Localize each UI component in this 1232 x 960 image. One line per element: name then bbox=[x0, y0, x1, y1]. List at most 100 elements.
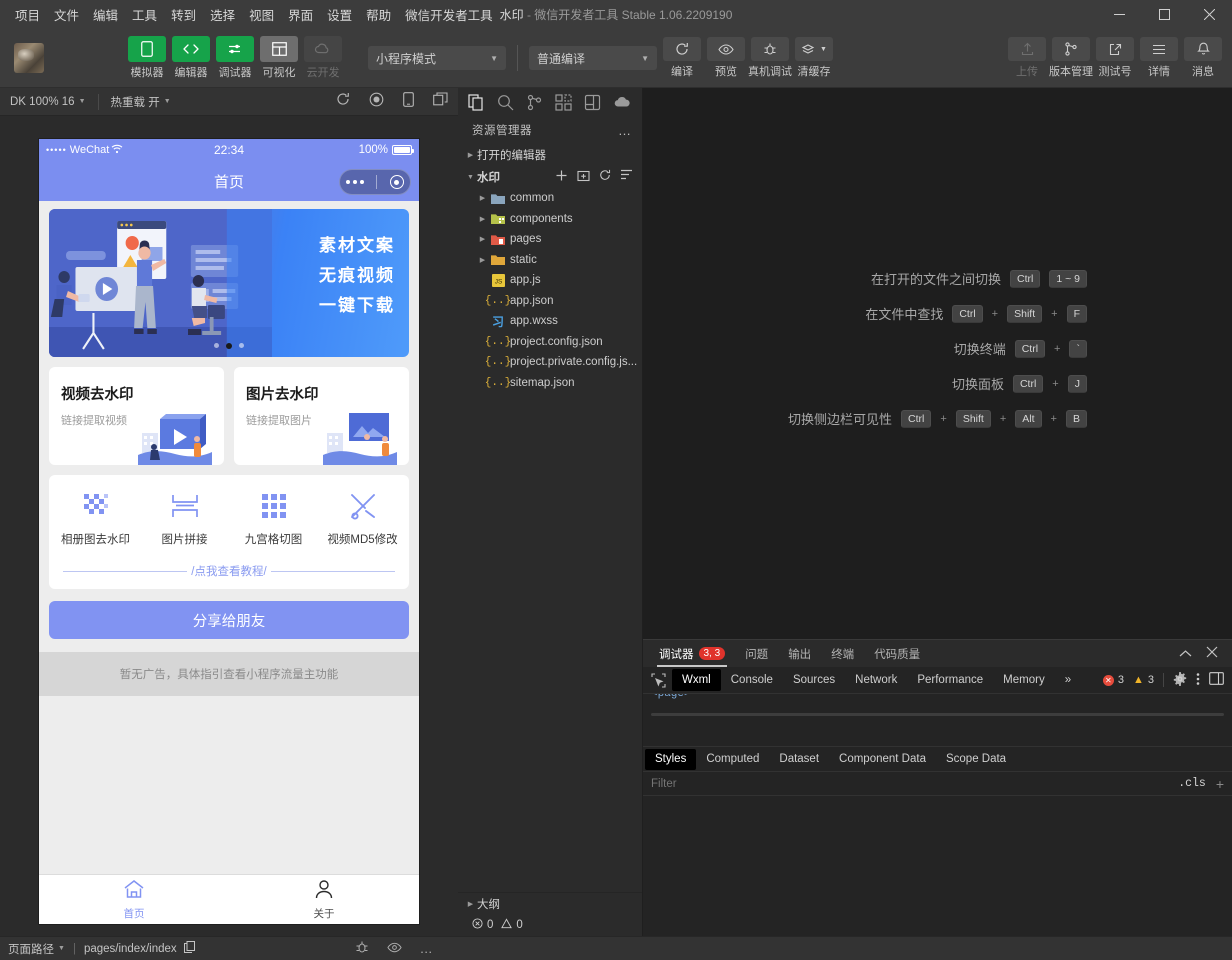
toolbar-debugger-button[interactable]: 调试器 bbox=[216, 36, 254, 80]
refresh-icon[interactable] bbox=[336, 92, 350, 111]
filter-input[interactable] bbox=[651, 777, 1179, 790]
tool-image-stitch[interactable]: 图片拼接 bbox=[140, 489, 229, 547]
preview-button[interactable]: 预览 bbox=[707, 37, 745, 79]
panel-tab-terminal[interactable]: 终端 bbox=[821, 640, 864, 667]
tree-row-project-config[interactable]: {..} project.config.json bbox=[458, 332, 642, 353]
collapse-all-icon[interactable] bbox=[620, 169, 633, 185]
section-project-root[interactable]: ▼ 水印 bbox=[458, 166, 642, 188]
menu-item-settings[interactable]: 设置 bbox=[320, 1, 359, 28]
tutorial-link[interactable]: /点我查看教程/ bbox=[51, 563, 407, 579]
toolbar-cloud-button[interactable]: 云开发 bbox=[304, 36, 342, 80]
messages-button[interactable]: 消息 bbox=[1184, 37, 1222, 79]
chevron-up-icon[interactable] bbox=[1179, 645, 1192, 663]
kebab-icon[interactable] bbox=[1196, 672, 1200, 689]
multi-window-icon[interactable] bbox=[433, 92, 448, 111]
toolbar-simulator-button[interactable]: 模拟器 bbox=[128, 36, 166, 80]
menu-item-file[interactable]: 文件 bbox=[47, 1, 86, 28]
search-icon[interactable] bbox=[491, 88, 520, 116]
add-rule-button[interactable]: + bbox=[1216, 776, 1224, 792]
upload-button[interactable]: 上传 bbox=[1008, 37, 1046, 79]
tabbar-item-about[interactable]: 关于 bbox=[229, 875, 419, 924]
cls-toggle[interactable]: .cls bbox=[1178, 777, 1206, 790]
close-button[interactable] bbox=[1187, 0, 1232, 29]
debug-console-icon[interactable] bbox=[578, 88, 607, 116]
tree-row-components[interactable]: ▶ components bbox=[458, 209, 642, 230]
menu-item-help[interactable]: 帮助 bbox=[359, 1, 398, 28]
card-image-watermark[interactable]: 图片去水印 链接提取图片 bbox=[234, 367, 409, 465]
card-video-watermark[interactable]: 视频去水印 链接提取视频 bbox=[49, 367, 224, 465]
inspector-tab-overflow[interactable]: » bbox=[1055, 669, 1081, 691]
panel-tab-problems[interactable]: 问题 bbox=[735, 640, 778, 667]
menu-item-edit[interactable]: 编辑 bbox=[86, 1, 125, 28]
tree-row-pages[interactable]: ▶ pages bbox=[458, 229, 642, 250]
real-device-debug-button[interactable]: 真机调试 bbox=[748, 37, 792, 79]
close-target-icon[interactable] bbox=[389, 175, 404, 189]
tree-row-static[interactable]: ▶ static bbox=[458, 250, 642, 271]
mode-select[interactable]: 小程序模式 ▼ bbox=[368, 46, 506, 70]
new-folder-icon[interactable] bbox=[577, 169, 590, 185]
banner-dots[interactable] bbox=[214, 343, 244, 349]
wxml-scrollbar[interactable] bbox=[651, 713, 1224, 716]
styles-tab-styles[interactable]: Styles bbox=[645, 748, 697, 770]
styles-tab-computed[interactable]: Computed bbox=[696, 749, 769, 770]
clear-cache-button[interactable]: ▼ 清缓存 bbox=[795, 37, 833, 79]
close-icon[interactable] bbox=[1206, 645, 1218, 663]
error-indicator[interactable]: ✕ 3 bbox=[1102, 674, 1124, 686]
page-path-selector[interactable]: 页面路径 ▼ bbox=[8, 941, 65, 957]
toolbar-visual-button[interactable]: 可视化 bbox=[260, 36, 298, 80]
extensions-icon[interactable] bbox=[549, 88, 578, 116]
tree-row-app-js[interactable]: JS app.js bbox=[458, 270, 642, 291]
inspector-tab-wxml[interactable]: Wxml bbox=[672, 669, 721, 691]
source-control-icon[interactable] bbox=[520, 88, 549, 116]
gear-icon[interactable] bbox=[1173, 671, 1187, 689]
menu-item-tools[interactable]: 工具 bbox=[125, 1, 164, 28]
inspector-tab-performance[interactable]: Performance bbox=[907, 669, 993, 691]
menu-item-goto[interactable]: 转到 bbox=[164, 1, 203, 28]
menu-item-devtools[interactable]: 微信开发者工具 bbox=[398, 1, 500, 28]
wechat-capsule[interactable] bbox=[339, 169, 411, 195]
styles-tab-component-data[interactable]: Component Data bbox=[829, 749, 936, 770]
explorer-more-icon[interactable]: … bbox=[618, 123, 632, 138]
compile-select[interactable]: 普通编译 ▼ bbox=[529, 46, 657, 70]
explorer-problem-status[interactable]: 0 0 bbox=[458, 914, 642, 936]
tool-album-watermark[interactable]: 相册图去水印 bbox=[51, 489, 140, 547]
tree-row-sitemap[interactable]: {..} sitemap.json bbox=[458, 373, 642, 394]
rotate-device-icon[interactable] bbox=[403, 91, 414, 112]
inspector-tab-network[interactable]: Network bbox=[845, 669, 907, 691]
new-file-icon[interactable] bbox=[555, 169, 568, 185]
toolbar-editor-button[interactable]: 编辑器 bbox=[172, 36, 210, 80]
user-avatar[interactable] bbox=[14, 43, 44, 73]
panel-tab-output[interactable]: 输出 bbox=[778, 640, 821, 667]
menu-item-view[interactable]: 视图 bbox=[242, 1, 281, 28]
minimize-button[interactable] bbox=[1097, 0, 1142, 29]
device-select[interactable]: DK 100% 16 ▼ bbox=[10, 96, 86, 108]
tree-row-app-wxss[interactable]: 习 app.wxss bbox=[458, 311, 642, 332]
section-open-editors[interactable]: ▶ 打开的编辑器 bbox=[458, 144, 642, 166]
styles-tab-scope-data[interactable]: Scope Data bbox=[936, 749, 1016, 770]
inspect-element-icon[interactable] bbox=[645, 669, 672, 691]
record-icon[interactable] bbox=[369, 92, 384, 112]
cloud-db-icon[interactable] bbox=[607, 88, 636, 116]
more-icon[interactable]: … bbox=[420, 941, 434, 956]
tool-video-md5[interactable]: 视频MD5修改 bbox=[318, 489, 407, 547]
menu-item-interface[interactable]: 界面 bbox=[281, 1, 320, 28]
tree-row-project-private-config[interactable]: {..} project.private.config.js... bbox=[458, 352, 642, 373]
inspector-tab-memory[interactable]: Memory bbox=[993, 669, 1055, 691]
menu-item-project[interactable]: 项目 bbox=[8, 1, 47, 28]
inspector-tab-sources[interactable]: Sources bbox=[783, 669, 845, 691]
share-button[interactable]: 分享给朋友 bbox=[49, 601, 409, 639]
test-account-button[interactable]: 测试号 bbox=[1096, 37, 1134, 79]
copy-icon[interactable] bbox=[183, 941, 195, 956]
dock-icon[interactable] bbox=[1209, 672, 1224, 688]
panel-tab-code-quality[interactable]: 代码质量 bbox=[864, 640, 930, 667]
hot-reload-select[interactable]: 热重载 开 ▼ bbox=[111, 94, 171, 110]
menu-item-select[interactable]: 选择 bbox=[203, 1, 242, 28]
tool-grid9-cut[interactable]: 九宫格切图 bbox=[229, 489, 318, 547]
inspector-tab-console[interactable]: Console bbox=[721, 669, 783, 691]
styles-tab-dataset[interactable]: Dataset bbox=[769, 749, 829, 770]
files-icon[interactable] bbox=[462, 88, 491, 116]
bug-icon[interactable] bbox=[355, 940, 369, 957]
compile-button[interactable]: 编译 bbox=[663, 37, 701, 79]
promo-banner[interactable]: 素材文案 无痕视频 一键下载 bbox=[49, 209, 409, 357]
tabbar-item-home[interactable]: 首页 bbox=[39, 875, 229, 924]
